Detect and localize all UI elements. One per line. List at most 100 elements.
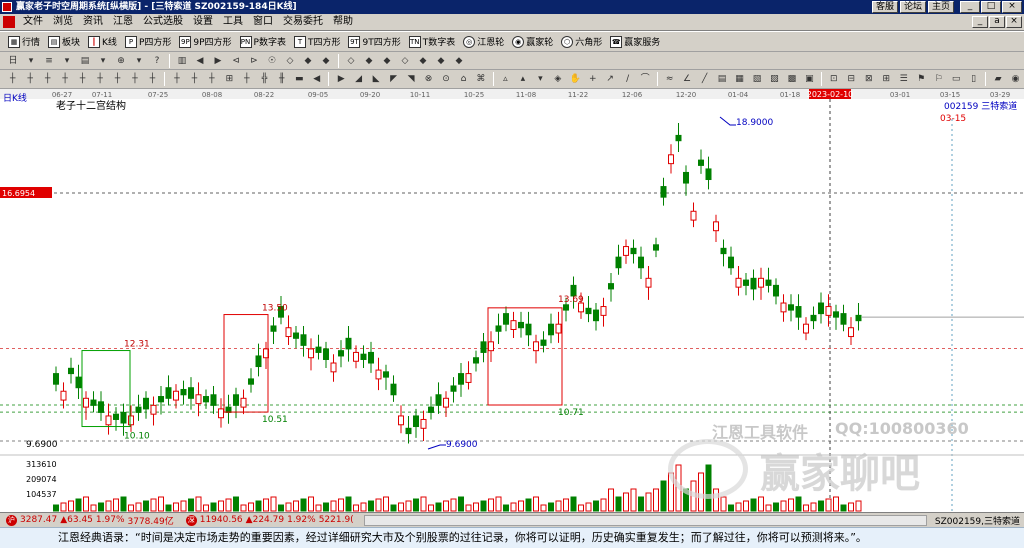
tb-quotes-button[interactable]: ▦ 行情 [4,33,44,51]
child-close-button[interactable]: × [1006,16,1022,28]
menu-news[interactable]: 资讯 [78,14,108,30]
period-tool-icon[interactable]: 日 [6,54,20,68]
drawing-tool-icon[interactable]: + [586,72,599,86]
period-tool-icon[interactable]: ◇ [344,54,358,68]
drawing-tool-icon[interactable]: ◥ [404,72,417,86]
tb-sector-button[interactable]: ▤ 板块 [44,33,84,51]
close-button[interactable]: × [1002,1,1022,13]
period-tool-icon[interactable]: ◆ [434,54,448,68]
menu-help[interactable]: 帮助 [328,14,358,30]
tb-t-number-button[interactable]: TN T数字表 [405,33,460,51]
drawing-tool-icon[interactable]: ⊞ [223,72,236,86]
drawing-tool-icon[interactable]: ∠ [680,72,693,86]
period-tool-icon[interactable]: ? [150,54,164,68]
drawing-tool-icon[interactable]: ▾ [534,72,547,86]
drawing-tool-icon[interactable]: ◉ [1009,72,1022,86]
drawing-tool-icon[interactable]: ▦ [733,72,746,86]
drawing-tool-icon[interactable]: ╫ [275,72,288,86]
drawing-tool-icon[interactable]: ┼ [240,72,253,86]
menu-tools[interactable]: 工具 [218,14,248,30]
forum-link[interactable]: 论坛 [899,1,926,13]
drawing-tool-icon[interactable]: ┼ [111,72,124,86]
drawing-tool-icon[interactable]: ┼ [128,72,141,86]
menu-file[interactable]: 文件 [18,14,48,30]
child-minimize-button[interactable]: _ [972,16,988,28]
period-tool-icon[interactable]: ▤ [78,54,92,68]
kline-chart-area[interactable]: 06-27 07-11 07-25 08-08 08-22 09-05 09-20 10-11… [0,89,1024,512]
drawing-tool-icon[interactable]: ◤ [387,72,400,86]
period-tool-icon[interactable]: ◆ [452,54,466,68]
tb-gann-wheel-button[interactable]: ◎ 江恩轮 [459,33,508,51]
period-tool-icon[interactable]: ☉ [265,54,279,68]
tb-t-square-button[interactable]: T T四方形 [290,33,345,51]
sh-index-status[interactable]: 沪 3287.47 ▲63.45 1.97% 3778.49亿 [0,514,180,527]
drawing-tool-icon[interactable]: ⊙ [439,72,452,86]
period-tool-icon[interactable]: ◆ [362,54,376,68]
period-tool-icon[interactable]: ◀ [193,54,207,68]
drawing-tool-icon[interactable]: ▵ [499,72,512,86]
drawing-tool-icon[interactable]: ▯ [967,72,980,86]
tb-p-square-button[interactable]: P P四方形 [121,33,175,51]
period-tool-icon[interactable]: ⊲ [229,54,243,68]
drawing-tool-icon[interactable]: ⚐ [932,72,945,86]
drawing-tool-icon[interactable]: ✋ [569,72,582,86]
drawing-tool-icon[interactable]: ⊡ [827,72,840,86]
tb-kline-button[interactable]: ┃ K线 [84,33,121,51]
drawing-tool-icon[interactable]: ◈ [551,72,564,86]
drawing-tool-icon[interactable]: ┼ [205,72,218,86]
drawing-tool-icon[interactable]: ⊠ [862,72,875,86]
drawing-tool-icon[interactable]: ┼ [146,72,159,86]
drawing-tool-icon[interactable]: ┼ [188,72,201,86]
period-tool-icon[interactable]: ⊳ [247,54,261,68]
drawing-tool-icon[interactable]: ⌒ [638,72,651,86]
drawing-tool-icon[interactable]: ┼ [41,72,54,86]
drawing-tool-icon[interactable]: ▶ [334,72,347,86]
minimize-button[interactable]: _ [960,1,980,13]
period-tool-icon[interactable]: ◇ [398,54,412,68]
drawing-tool-icon[interactable]: ⌂ [457,72,470,86]
period-tool-icon[interactable]: ⊕ [114,54,128,68]
period-tool-icon[interactable]: ◆ [301,54,315,68]
drawing-tool-icon[interactable]: ▰ [991,72,1004,86]
tb-9p-square-button[interactable]: 9P 9P四方形 [175,33,235,51]
drawing-tool-icon[interactable]: ⊟ [845,72,858,86]
maximize-button[interactable]: □ [981,1,1001,13]
drawing-tool-icon[interactable]: ▴ [516,72,529,86]
period-tool-icon[interactable]: ≡ [42,54,56,68]
drawing-tool-icon[interactable]: ⊞ [880,72,893,86]
drawing-tool-icon[interactable]: ↗ [603,72,616,86]
child-restore-button[interactable]: a [989,16,1005,28]
drawing-tool-icon[interactable]: ╱ [698,72,711,86]
drawing-tool-icon[interactable]: ◢ [352,72,365,86]
menu-formula[interactable]: 公式选股 [138,14,188,30]
drawing-tool-icon[interactable]: ⚑ [914,72,927,86]
period-tool-icon[interactable]: ▾ [24,54,38,68]
tb-service-button[interactable]: ☎ 赢家服务 [606,33,664,51]
menu-window[interactable]: 窗口 [248,14,278,30]
period-tool-icon[interactable]: ▾ [96,54,110,68]
period-tool-icon[interactable]: ◆ [416,54,430,68]
drawing-tool-icon[interactable]: ▭ [949,72,962,86]
drawing-tool-icon[interactable]: ≈ [663,72,676,86]
period-tool-icon[interactable]: ▾ [132,54,146,68]
drawing-tool-icon[interactable]: ◣ [369,72,382,86]
sz-index-status[interactable]: 深 11940.56 ▲224.79 1.92% 5221.9( [180,514,360,526]
period-tool-icon[interactable]: ▥ [175,54,189,68]
drawing-tool-icon[interactable]: ┼ [76,72,89,86]
period-tool-icon[interactable]: ◆ [380,54,394,68]
period-tool-icon[interactable]: ◇ [283,54,297,68]
drawing-tool-icon[interactable]: ☰ [897,72,910,86]
tb-hexagon-button[interactable]: ⬡ 六角形 [557,33,606,51]
homepage-link[interactable]: 主页 [927,1,954,13]
period-tool-icon[interactable]: ▾ [60,54,74,68]
menu-gann[interactable]: 江恩 [108,14,138,30]
menu-browse[interactable]: 浏览 [48,14,78,30]
menu-trade[interactable]: 交易委托 [278,14,328,30]
tb-p-number-button[interactable]: PN P数字表 [236,33,290,51]
horizontal-scrollbar[interactable] [363,514,927,526]
period-tool-icon[interactable]: ◆ [319,54,333,68]
drawing-tool-icon[interactable]: ▣ [803,72,816,86]
customer-service-link[interactable]: 客服 [871,1,898,13]
drawing-tool-icon[interactable]: ▩ [785,72,798,86]
menu-settings[interactable]: 设置 [188,14,218,30]
